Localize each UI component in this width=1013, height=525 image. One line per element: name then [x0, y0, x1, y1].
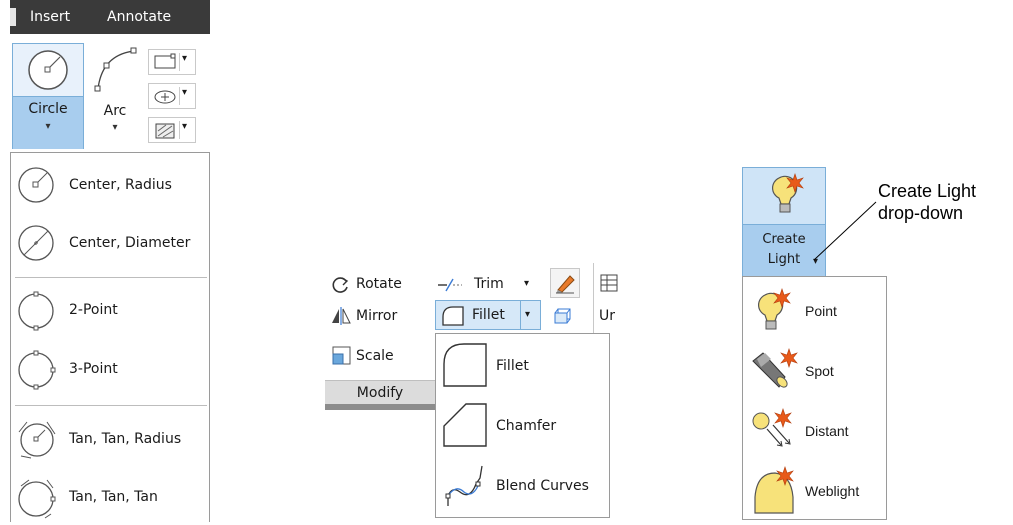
- tab-insert[interactable]: Insert: [30, 0, 70, 34]
- chevron-down-icon[interactable]: ▾: [182, 53, 187, 64]
- distant-light-icon: [752, 408, 792, 447]
- callout-text: Create Light drop-down: [878, 180, 976, 224]
- callout-leader-line: [813, 201, 877, 261]
- ellipse-tool-button[interactable]: ▾: [148, 83, 196, 109]
- menu-item-label: Spot: [805, 363, 834, 379]
- scale-icon: [332, 346, 351, 365]
- callout-line2: drop-down: [878, 203, 964, 223]
- menu-item-label: Chamfer: [496, 418, 557, 434]
- spot-light-icon: [752, 348, 798, 388]
- modify-panel-title: Modify: [356, 385, 404, 401]
- fillet-icon: [442, 306, 464, 326]
- rectangle-icon: [154, 53, 176, 69]
- fillet-dropdown-menu: Fillet Chamfer Blend Curves: [435, 333, 610, 518]
- circle-button-icon-area[interactable]: [13, 44, 83, 96]
- rectangle-tool-button[interactable]: ▾: [148, 49, 196, 75]
- menu-item-label: Distant: [805, 423, 849, 439]
- panel-bottom-edge: [325, 404, 435, 410]
- trim-label: Trim: [474, 276, 504, 292]
- menu-item-2-point[interactable]: 2-Point: [11, 282, 209, 338]
- rotate-label: Rotate: [356, 276, 402, 292]
- circle-center-diameter-icon: [18, 225, 54, 261]
- circle-dropdown-menu: Center, Radius Center, Diameter 2-Point …: [10, 152, 210, 522]
- menu-item-tan-tan-radius[interactable]: Tan, Tan, Radius: [11, 411, 209, 467]
- blend-curves-icon: [445, 465, 483, 506]
- menu-item-label: Center, Radius: [69, 177, 172, 193]
- ribbon-tab-bar: Insert Annotate: [10, 0, 210, 34]
- hatch-tool-button[interactable]: ▾: [148, 117, 196, 143]
- menu-item-tan-tan-tan[interactable]: Tan, Tan, Tan: [11, 469, 209, 525]
- menu-item-label: Point: [805, 303, 837, 319]
- menu-item-label: Blend Curves: [496, 478, 589, 494]
- tab-edge: [10, 8, 16, 26]
- menu-item-label: Fillet: [496, 358, 529, 374]
- menu-item-label: Tan, Tan, Radius: [69, 431, 182, 447]
- array-icon: [554, 308, 571, 324]
- fillet-icon: [443, 343, 487, 387]
- chevron-down-icon: ▾: [45, 121, 51, 132]
- menu-item-blend-curves[interactable]: Blend Curves: [436, 456, 609, 516]
- menu-item-3-point[interactable]: 3-Point: [11, 341, 209, 397]
- point-light-icon: [771, 173, 804, 213]
- create-light-dropdown-menu: Point Spot Distant Weblight: [742, 276, 887, 520]
- circle-2point-icon: [18, 291, 54, 331]
- tab-annotate[interactable]: Annotate: [107, 0, 171, 34]
- circle-button-label: Circle: [28, 101, 68, 117]
- menu-item-label: 3-Point: [69, 361, 118, 377]
- partial-tool-button[interactable]: [599, 272, 623, 294]
- circle-button[interactable]: Circle ▾: [12, 43, 84, 149]
- menu-item-label: Tan, Tan, Tan: [69, 489, 158, 505]
- trim-icon: [438, 278, 462, 292]
- arc-button-label: Arc: [103, 103, 127, 119]
- array-button[interactable]: [549, 304, 577, 330]
- fillet-split-button[interactable]: Fillet ▾: [435, 300, 541, 330]
- chamfer-icon: [443, 403, 487, 447]
- callout-line1: Create Light: [878, 181, 977, 201]
- chevron-down-icon[interactable]: ▾: [182, 87, 187, 98]
- partial-tool-label: Ur: [599, 308, 616, 324]
- ellipse-icon: [154, 90, 176, 104]
- chevron-down-icon[interactable]: ▾: [525, 301, 530, 329]
- arc-icon: [94, 47, 137, 92]
- mirror-icon: [332, 307, 351, 325]
- arc-button[interactable]: Arc ▾: [90, 45, 140, 145]
- menu-item-chamfer[interactable]: Chamfer: [436, 396, 609, 456]
- menu-item-distant[interactable]: Distant: [743, 401, 886, 461]
- chevron-down-icon: ▾: [112, 122, 118, 133]
- circle-3point-icon: [18, 350, 56, 390]
- menu-item-point[interactable]: Point: [743, 281, 886, 341]
- circle-ttt-icon: [18, 479, 56, 519]
- hatch-icon: [155, 123, 175, 139]
- menu-item-label: Center, Diameter: [69, 235, 191, 251]
- menu-item-center-radius[interactable]: Center, Radius: [11, 157, 209, 213]
- table-icon: [600, 274, 618, 292]
- menu-item-label: 2-Point: [69, 302, 118, 318]
- menu-item-label: Weblight: [805, 483, 860, 499]
- circle-center-radius-icon: [28, 50, 68, 90]
- weblight-icon: [754, 466, 794, 514]
- fillet-button-label: Fillet: [472, 307, 505, 323]
- circle-dropdown-trigger[interactable]: Circle ▾: [13, 96, 83, 149]
- chevron-down-icon[interactable]: ▾: [182, 121, 187, 132]
- point-light-icon: [757, 288, 791, 330]
- rotate-icon: [332, 277, 349, 293]
- menu-item-weblight[interactable]: Weblight: [743, 461, 886, 521]
- menu-item-spot[interactable]: Spot: [743, 341, 886, 401]
- circle-ttr-icon: [18, 421, 56, 459]
- circle-center-radius-icon: [18, 167, 54, 203]
- menu-item-fillet[interactable]: Fillet: [436, 336, 609, 396]
- chevron-down-icon[interactable]: ▾: [524, 270, 529, 298]
- eraser-icon: [556, 275, 575, 294]
- erase-button[interactable]: [550, 268, 580, 298]
- menu-item-center-diameter[interactable]: Center, Diameter: [11, 215, 209, 271]
- mirror-label: Mirror: [356, 308, 398, 324]
- scale-label: Scale: [356, 348, 394, 364]
- modify-panel-title-bar[interactable]: Modify: [325, 380, 435, 405]
